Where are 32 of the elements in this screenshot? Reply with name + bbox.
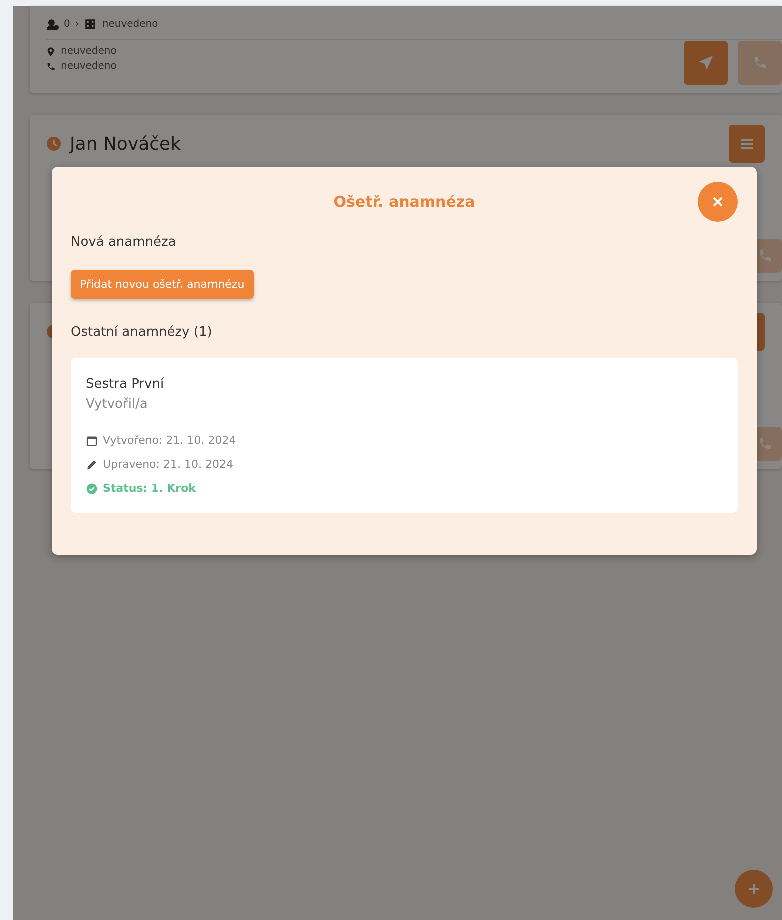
created-date: Vytvořeno: 21. 10. 2024: [103, 434, 236, 447]
calendar-icon: [86, 434, 98, 446]
close-button[interactable]: [698, 182, 738, 222]
record-card[interactable]: Sestra První Vytvořil/a Vytvořeno: 21. 10. 2024 Upraveno: 21. 10. 2024 Status: 1. Krok: [71, 358, 738, 513]
clock-icon: [46, 136, 62, 152]
menu-button[interactable]: [729, 125, 765, 163]
bed-count: 0: [64, 19, 70, 30]
phone-icon: [757, 436, 773, 452]
people-icon: [46, 18, 59, 31]
menu-icon: [739, 136, 755, 152]
building-icon: [84, 18, 98, 31]
phone-icon: [46, 62, 56, 72]
address-text: neuvedeno: [61, 46, 117, 57]
status-text: Status: 1. Krok: [103, 482, 196, 495]
location-icon: [46, 46, 56, 56]
dialog-title: Ošetř. anamnéza: [334, 193, 476, 211]
room-name: neuvedeno: [102, 19, 158, 30]
separator: ›: [75, 19, 80, 30]
author-name: Sestra První: [86, 377, 166, 392]
pencil-icon: [86, 458, 98, 470]
phone-icon: [752, 55, 768, 71]
add-button[interactable]: [735, 870, 773, 908]
plus-icon: [746, 881, 762, 897]
phone-text: neuvedeno: [61, 61, 117, 72]
updated-date: Upraveno: 21. 10. 2024: [103, 458, 234, 471]
phone-icon: [757, 248, 773, 264]
section-heading: Nová anamnéza: [71, 235, 178, 250]
navigate-button[interactable]: [684, 41, 728, 85]
patient-name: Jan Nováček: [70, 134, 182, 154]
author-role: Vytvořil/a: [86, 397, 149, 412]
send-icon: [698, 55, 714, 71]
section-heading: Ostatní anamnézy (1): [71, 325, 214, 340]
